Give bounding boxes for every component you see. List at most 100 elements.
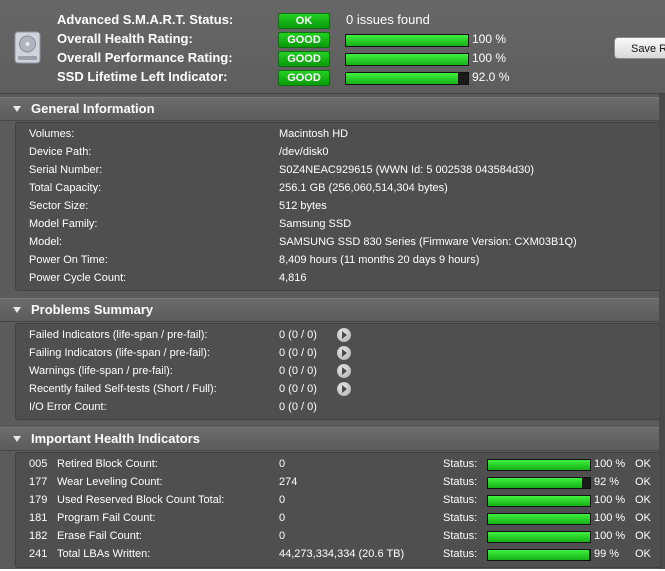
status-percent: 100 %	[594, 512, 626, 524]
problems-summary-title: Problems Summary	[31, 302, 154, 317]
indicator-name: Retired Block Count:	[57, 458, 158, 470]
bar-fill	[346, 54, 468, 65]
status-ok: OK	[635, 494, 651, 506]
info-label: Model:	[29, 236, 63, 248]
info-value: /dev/disk0	[279, 146, 329, 158]
bar-fill	[346, 35, 468, 46]
general-information-title: General Information	[31, 101, 155, 116]
info-label: Total Capacity:	[29, 182, 102, 194]
info-label: Power Cycle Count:	[29, 272, 127, 284]
status-bar	[487, 549, 591, 561]
status-ok: OK	[635, 458, 651, 470]
indicator-id: 182	[29, 530, 48, 542]
info-value: S0Z4NEAC929615 (WWN Id: 5 002538 043584d…	[279, 164, 534, 176]
indicator-id: 179	[29, 494, 48, 506]
info-value: 8,409 hours (11 months 20 days 9 hours)	[279, 254, 480, 266]
health-indicators-header[interactable]: Important Health Indicators	[0, 427, 659, 451]
status-label: Status:	[443, 512, 478, 524]
ssd-lifetime-value: 92.0 %	[472, 70, 510, 84]
problem-label: Warnings (life-span / pre-fail):	[29, 365, 173, 377]
indicator-id: 177	[29, 476, 48, 488]
disclosure-triangle-icon	[13, 307, 21, 313]
disclosure-triangle-icon	[13, 436, 21, 442]
status-percent: 99 %	[594, 548, 620, 560]
indicator-value: 44,273,334,334 (20.6 TB)	[279, 548, 405, 560]
health-indicators-title: Important Health Indicators	[31, 431, 201, 446]
info-label: Model Family:	[29, 218, 98, 230]
status-label: Status:	[443, 458, 478, 470]
status-bar-fill	[488, 550, 589, 560]
disclosure-triangle-icon	[13, 106, 21, 112]
status-percent: 100 %	[594, 530, 626, 542]
main-window: Advanced S.M.A.R.T. Status: OK 0 issues …	[0, 0, 665, 569]
ssd-lifetime-bar	[345, 72, 469, 85]
status-ok: OK	[635, 476, 651, 488]
indicator-id: 241	[29, 548, 48, 560]
problem-label: Failed Indicators (life-span / pre-fail)…	[29, 329, 208, 341]
indicator-id: 005	[29, 458, 48, 470]
indicator-value: 0	[279, 458, 286, 470]
info-value: 512 bytes	[279, 200, 327, 212]
health-rating-bar	[345, 34, 469, 47]
status-percent: 100 %	[594, 458, 626, 470]
status-percent: 100 %	[594, 494, 626, 506]
status-ok: OK	[635, 512, 651, 524]
info-value: 256.1 GB (256,060,514,304 bytes)	[279, 182, 448, 194]
ssd-lifetime-label: SSD Lifetime Left Indicator:	[57, 69, 228, 84]
info-value: Macintosh HD	[279, 128, 349, 140]
indicator-id: 181	[29, 512, 48, 524]
details-arrow-icon[interactable]	[337, 328, 351, 342]
info-value: 4,816	[279, 272, 307, 284]
performance-rating-badge: GOOD	[278, 51, 330, 67]
info-label: Sector Size:	[29, 200, 89, 212]
smart-status-badge: OK	[278, 13, 330, 29]
issues-found-text: 0 issues found	[346, 12, 430, 27]
indicator-name: Total LBAs Written:	[57, 548, 151, 560]
indicator-name: Program Fail Count:	[57, 512, 156, 524]
performance-rating-value: 100 %	[472, 51, 507, 65]
health-rating-value: 100 %	[472, 32, 507, 46]
status-header: Advanced S.M.A.R.T. Status: OK 0 issues …	[0, 0, 665, 94]
details-arrow-icon[interactable]	[337, 364, 351, 378]
info-label: Volumes:	[29, 128, 75, 140]
health-rating-label: Overall Health Rating:	[57, 31, 193, 46]
general-information-header[interactable]: General Information	[0, 97, 659, 121]
status-bar	[487, 477, 591, 489]
info-label: Device Path:	[29, 146, 92, 158]
indicator-value: 274	[279, 476, 298, 488]
info-value: Samsung SSD	[279, 218, 352, 230]
indicator-name: Used Reserved Block Count Total:	[57, 494, 225, 506]
status-ok: OK	[635, 530, 651, 542]
details-arrow-icon[interactable]	[337, 346, 351, 360]
indicator-name: Erase Fail Count:	[57, 530, 142, 542]
save-report-button[interactable]: Save R	[614, 37, 665, 59]
problem-value: 0 (0 / 0)	[279, 347, 317, 359]
hard-disk-icon	[14, 31, 41, 64]
info-value: SAMSUNG SSD 830 Series (Firmware Version…	[279, 236, 577, 248]
health-rating-badge: GOOD	[278, 32, 330, 48]
problems-summary-header[interactable]: Problems Summary	[0, 298, 659, 322]
status-bar-fill	[488, 460, 590, 470]
details-arrow-icon[interactable]	[337, 382, 351, 396]
indicator-value: 0	[279, 512, 286, 524]
indicator-value: 0	[279, 494, 286, 506]
status-bar-fill	[488, 514, 590, 524]
indicator-name: Wear Leveling Count:	[57, 476, 163, 488]
status-bar	[487, 495, 591, 507]
indicator-value: 0	[279, 530, 286, 542]
status-bar	[487, 531, 591, 543]
smart-status-label: Advanced S.M.A.R.T. Status:	[57, 12, 234, 27]
problem-value: 0 (0 / 0)	[279, 329, 317, 341]
status-percent: 92 %	[594, 476, 620, 488]
problem-label: Failing Indicators (life-span / pre-fail…	[29, 347, 210, 359]
performance-rating-bar	[345, 53, 469, 66]
problem-value: 0 (0 / 0)	[279, 401, 317, 413]
performance-rating-label: Overall Performance Rating:	[57, 50, 233, 65]
info-label: Serial Number:	[29, 164, 103, 176]
status-label: Status:	[443, 530, 478, 542]
status-label: Status:	[443, 476, 478, 488]
status-label: Status:	[443, 494, 478, 506]
status-label: Status:	[443, 548, 478, 560]
status-bar	[487, 459, 591, 471]
bar-fill	[346, 73, 459, 84]
